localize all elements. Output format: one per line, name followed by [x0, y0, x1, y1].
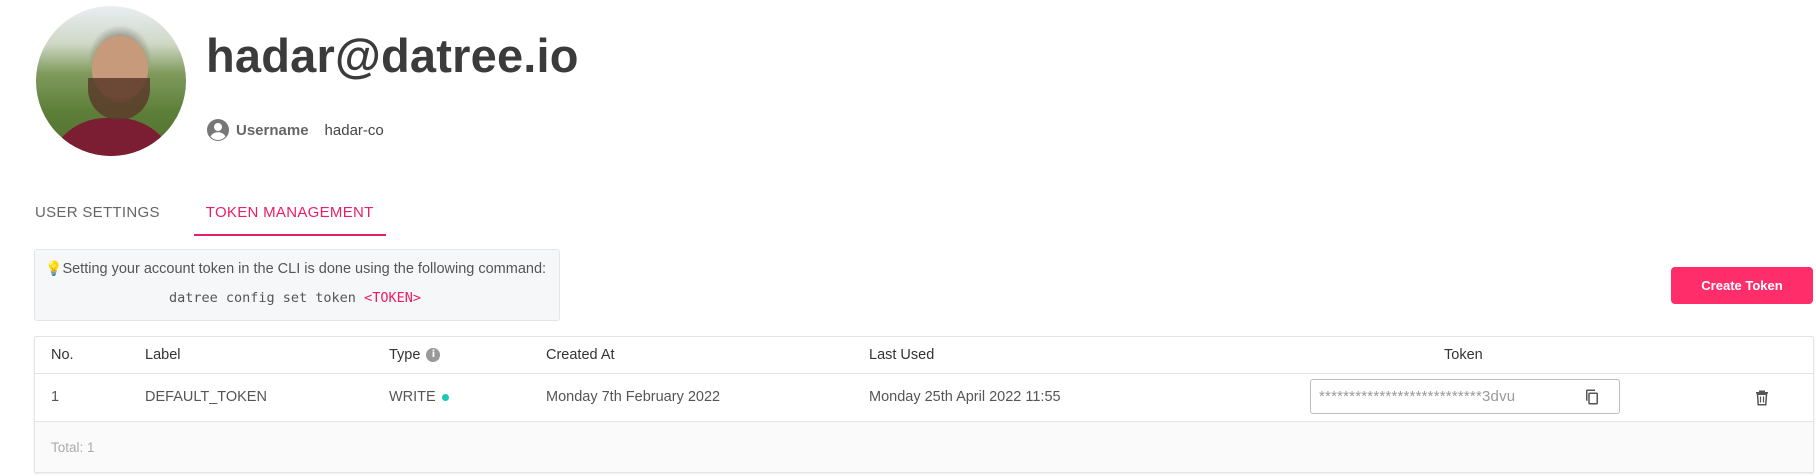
copy-icon[interactable]	[1583, 388, 1601, 406]
cli-command-token: <TOKEN>	[364, 290, 421, 306]
header-token: Token	[1444, 347, 1483, 363]
header-type-text: Type	[389, 347, 421, 363]
username-row: Username hadar-co	[206, 118, 384, 142]
avatar	[36, 6, 186, 156]
hint-text: Setting your account token in the CLI is…	[62, 261, 547, 277]
cell-label: DEFAULT_TOKEN	[145, 389, 267, 405]
lightbulb-icon: 💡	[45, 260, 63, 276]
username-label: Username	[236, 121, 309, 139]
username-value: hadar-co	[324, 121, 384, 139]
header-type: Type i	[389, 347, 441, 363]
create-token-button[interactable]: Create Token	[1671, 267, 1813, 304]
header-label: Label	[145, 347, 181, 363]
token-table: No. Label Type i Created At Last Used Tok…	[34, 336, 1814, 473]
token-value: ***************************3dvu	[1319, 388, 1516, 405]
tab-bar: USER SETTINGS TOKEN MANAGEMENT	[35, 196, 386, 236]
account-circle-icon	[206, 118, 230, 142]
avatar-shirt	[46, 118, 178, 156]
tab-user-settings[interactable]: USER SETTINGS	[35, 196, 160, 236]
table-header: No. Label Type i Created At Last Used Tok…	[35, 337, 1813, 374]
info-icon[interactable]: i	[426, 348, 441, 363]
header-last-used: Last Used	[869, 347, 935, 363]
cli-command: datree config set token <TOKEN>	[169, 290, 421, 306]
token-field[interactable]: ***************************3dvu	[1310, 379, 1620, 414]
cli-command-text: datree config set token	[169, 290, 356, 306]
header-no: No.	[51, 347, 74, 363]
avatar-beard	[88, 78, 150, 120]
table-footer: Total: 1	[35, 422, 1813, 472]
delete-icon[interactable]	[1753, 388, 1771, 408]
cell-last-used: Monday 25th April 2022 11:55	[869, 389, 1061, 405]
tab-token-management[interactable]: TOKEN MANAGEMENT	[193, 196, 386, 236]
cli-hint-box: 💡Setting your account token in the CLI i…	[34, 249, 560, 321]
hint-text-row: 💡Setting your account token in the CLI i…	[45, 260, 546, 277]
table-total: Total: 1	[51, 440, 95, 455]
table-row: 1 DEFAULT_TOKEN WRITE Monday 7th Februar…	[35, 374, 1813, 422]
status-dot	[441, 393, 449, 401]
header-created-at: Created At	[546, 347, 615, 363]
cell-created-at: Monday 7th February 2022	[546, 389, 721, 405]
cell-type-text: WRITE	[389, 389, 436, 405]
cell-type: WRITE	[389, 389, 449, 405]
cell-no: 1	[51, 389, 60, 405]
profile-email: hadar@datree.io	[206, 29, 579, 82]
